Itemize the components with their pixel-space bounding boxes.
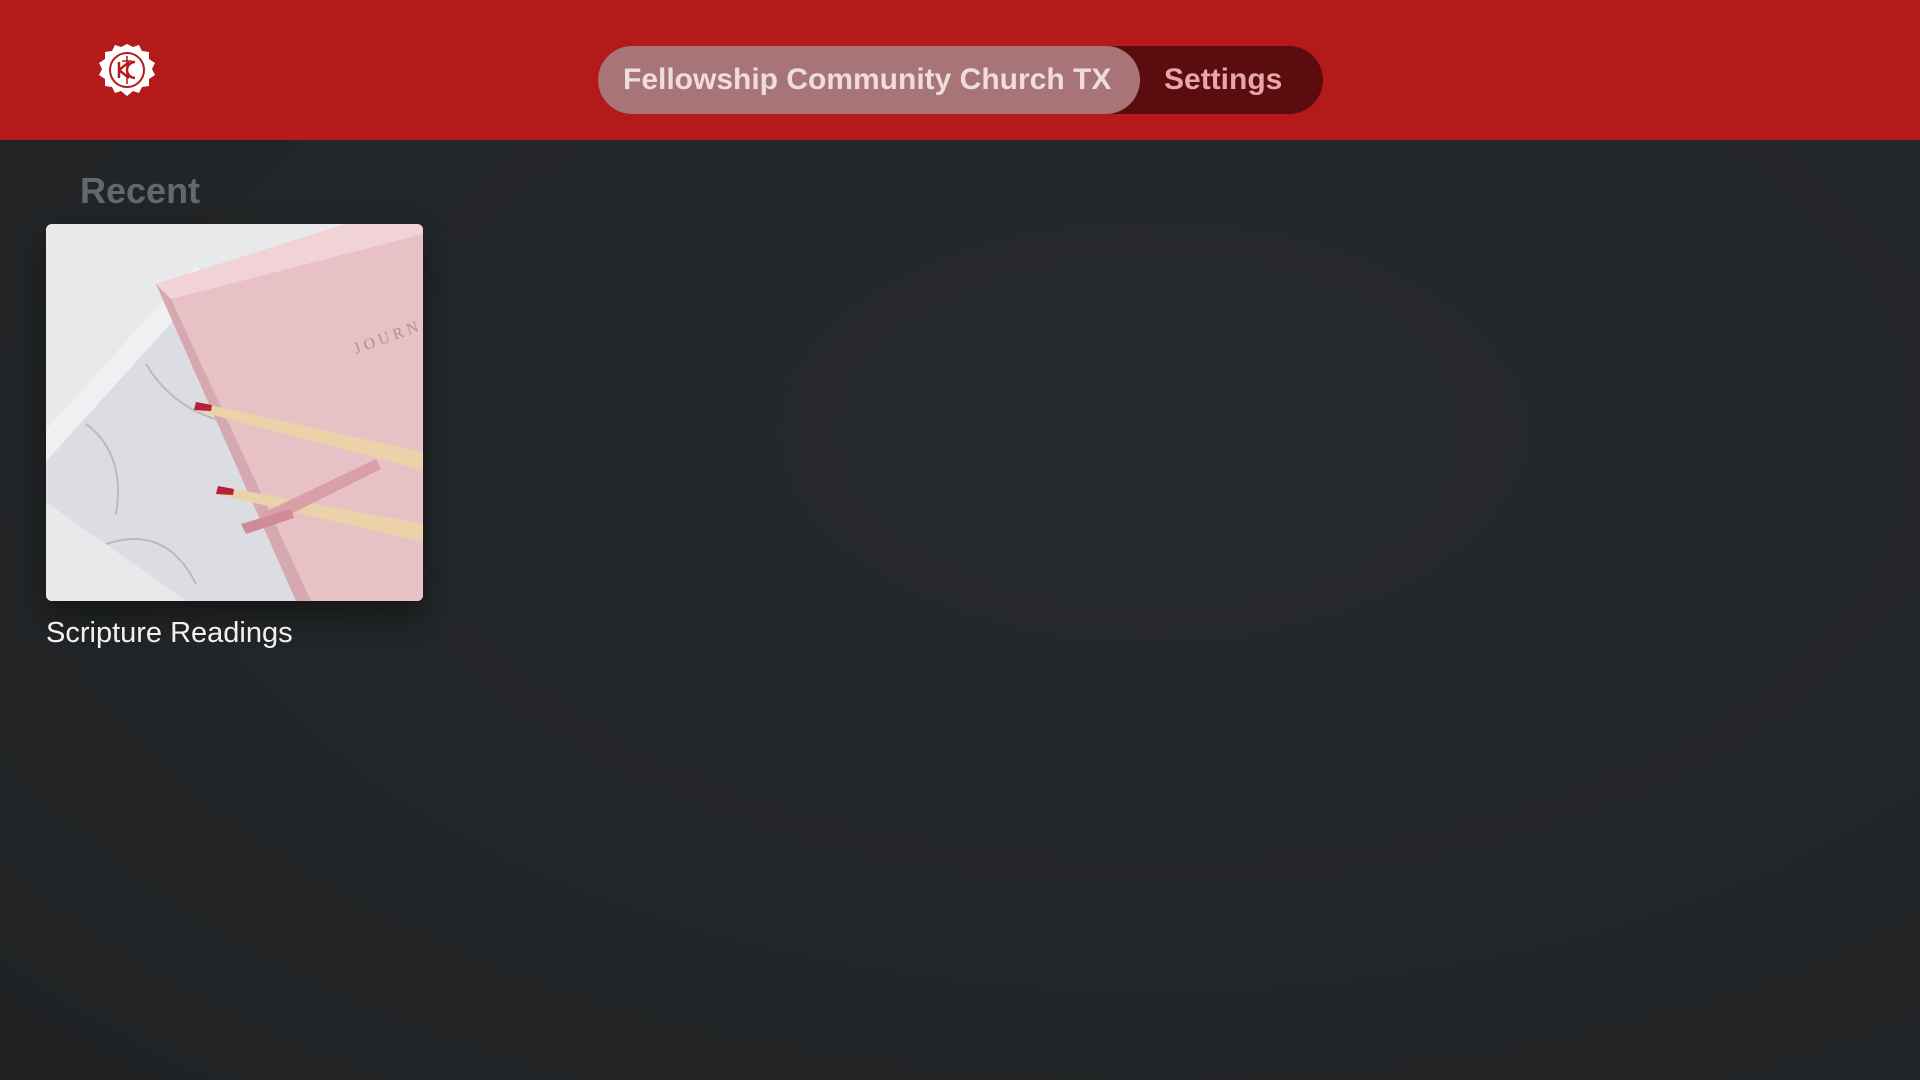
content-card-scripture-readings[interactable]: JOURN Scripture Readings: [46, 224, 423, 650]
app-screen: Fellowship Community Church TX Settings …: [0, 0, 1920, 1080]
tab-label: Settings: [1164, 63, 1283, 96]
tab-fellowship-community-church[interactable]: Fellowship Community Church TX: [598, 46, 1140, 114]
church-seal-logo-icon[interactable]: [97, 42, 157, 98]
tab-settings[interactable]: Settings: [1140, 46, 1282, 114]
top-navigation-bar: Fellowship Community Church TX Settings: [0, 0, 1920, 140]
section-title-recent: Recent: [80, 170, 201, 211]
card-title: Scripture Readings: [46, 617, 293, 649]
journal-and-pencils-image: JOURN: [46, 224, 423, 601]
tab-label: Fellowship Community Church TX: [623, 63, 1112, 96]
tab-bar: Fellowship Community Church TX Settings: [598, 46, 1323, 114]
